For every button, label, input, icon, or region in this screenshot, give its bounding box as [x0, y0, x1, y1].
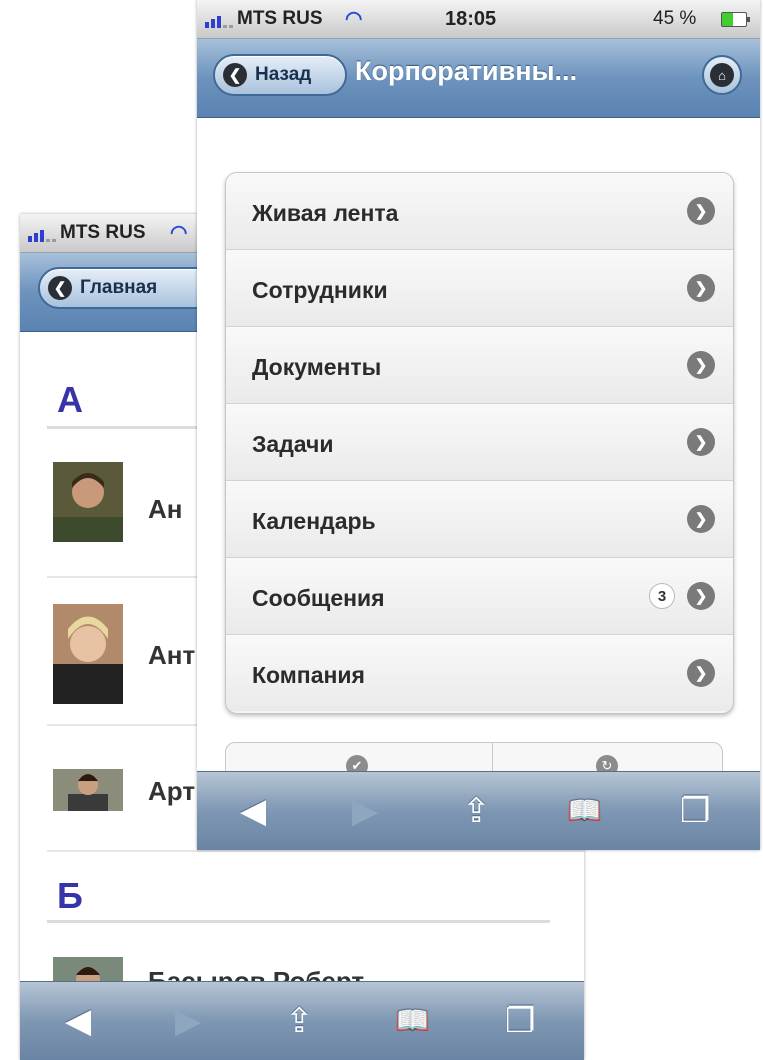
forward-arrow-icon[interactable]: ▶: [352, 792, 378, 830]
menu-item-label: Компания: [252, 662, 365, 688]
menu-item-label: Живая лента: [252, 200, 399, 226]
wifi-icon: ◠: [170, 222, 188, 244]
signal-icon: [28, 224, 56, 242]
battery-icon: [721, 12, 750, 27]
chevron-right-icon: ❯: [687, 659, 715, 687]
menu-item-live-feed[interactable]: Живая лента ❯: [226, 173, 733, 249]
row-separator: [47, 850, 584, 852]
section-letter: Б: [57, 875, 83, 916]
chevron-right-icon: ❯: [687, 197, 715, 225]
clock: 18:05: [445, 8, 497, 30]
menu-item-employees[interactable]: Сотрудники ❯: [226, 249, 733, 326]
back-chevron-icon: ❮: [48, 276, 72, 300]
wifi-icon: ◠: [345, 8, 363, 30]
signal-icon: [205, 10, 233, 28]
unread-count-badge: 3: [649, 583, 675, 609]
home-icon: ⌂: [710, 63, 734, 87]
browser-toolbar: ◀ ▶ ⇪ 📖 ❐: [197, 771, 760, 850]
contact-name: Ант: [148, 640, 196, 670]
menu-item-label: Сотрудники: [252, 277, 388, 303]
home-button[interactable]: ⌂: [702, 55, 742, 95]
back-button[interactable]: ❮ Назад: [213, 54, 347, 96]
share-icon[interactable]: ⇪: [462, 792, 491, 830]
chevron-right-icon: ❯: [687, 428, 715, 456]
navigation-bar: ❮ Назад Корпоративны... ⌂: [197, 39, 760, 118]
battery-percent: 45 %: [653, 8, 697, 29]
section-divider: [47, 920, 550, 923]
browser-toolbar: ◀ ▶ ⇪ 📖 ❐: [20, 981, 584, 1060]
menu-item-messages[interactable]: Сообщения 3 ❯: [226, 557, 733, 634]
main-menu: Живая лента ❯ Сотрудники ❯ Документы ❯ З…: [225, 172, 734, 714]
section-letter: А: [57, 379, 83, 420]
portal-menu-screen: MTS RUS ◠ 18:05 45 % ❮ Назад Корпоративн…: [197, 0, 760, 850]
chevron-right-icon: ❯: [687, 505, 715, 533]
avatar: [53, 462, 123, 542]
forward-arrow-icon[interactable]: ▶: [175, 1002, 201, 1040]
status-bar: MTS RUS ◠ 18:05 45 %: [197, 0, 760, 39]
menu-item-documents[interactable]: Документы ❯: [226, 326, 733, 403]
tabs-icon[interactable]: ❐: [505, 1002, 535, 1040]
chevron-right-icon: ❯: [687, 274, 715, 302]
tabs-icon[interactable]: ❐: [680, 792, 710, 830]
menu-item-calendar[interactable]: Календарь ❯: [226, 480, 733, 557]
back-chevron-icon: ❮: [223, 63, 247, 87]
chevron-right-icon: ❯: [687, 582, 715, 610]
page-title: Корпоративны...: [355, 56, 578, 86]
menu-item-label: Задачи: [252, 431, 334, 457]
chevron-right-icon: ❯: [687, 351, 715, 379]
bookmarks-icon[interactable]: 📖: [395, 1002, 430, 1040]
back-arrow-icon[interactable]: ◀: [240, 792, 266, 830]
bookmarks-icon[interactable]: 📖: [567, 792, 602, 830]
contact-name: Арт: [148, 776, 196, 806]
back-button-label: Главная: [80, 277, 158, 298]
back-arrow-icon[interactable]: ◀: [65, 1002, 91, 1040]
menu-item-tasks[interactable]: Задачи ❯: [226, 403, 733, 480]
menu-item-label: Сообщения: [252, 585, 385, 611]
back-button-label: Назад: [255, 64, 312, 85]
menu-item-label: Документы: [252, 354, 382, 380]
share-icon[interactable]: ⇪: [285, 1002, 314, 1040]
menu-item-company[interactable]: Компания ❯: [226, 634, 733, 711]
avatar: [53, 769, 123, 811]
contact-name: Ан: [148, 494, 183, 524]
carrier-label: MTS RUS: [60, 222, 146, 243]
carrier-label: MTS RUS: [237, 8, 323, 29]
avatar: [53, 604, 123, 704]
back-button[interactable]: ❮ Главная: [38, 267, 218, 309]
menu-item-label: Календарь: [252, 508, 376, 534]
